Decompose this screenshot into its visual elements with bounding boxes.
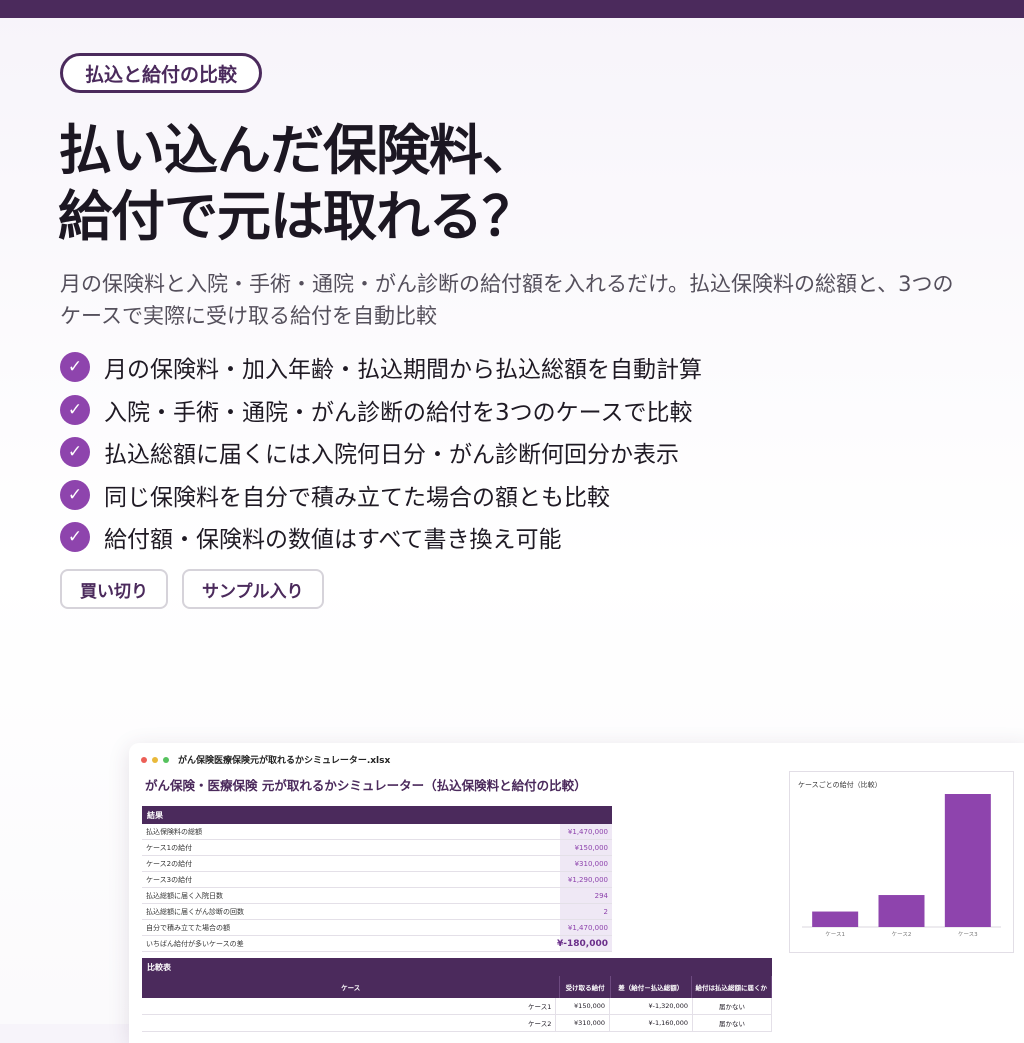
tag-sample-included: サンプル入り <box>182 569 324 609</box>
row-label: 払込保険料の総額 <box>146 827 202 836</box>
table-row: 払込総額に届くがん診断の回数 2 <box>142 904 612 920</box>
column-header: ケース <box>142 976 561 998</box>
cell-reach: 届かない <box>693 1015 772 1031</box>
cell-benefit: ¥150,000 <box>556 998 611 1014</box>
feature-list: ✓ 月の保険料・加入年齢・払込期間から払込総額を自動計算 ✓ 入院・手術・通院・がん… <box>60 346 702 559</box>
column-header: 差（給付－払込総額） <box>611 976 692 998</box>
row-value: ¥1,470,000 <box>560 920 612 935</box>
row-label: ケース2の給付 <box>146 859 193 868</box>
comparison-header: 比較表 <box>142 958 772 976</box>
cell-difference: ¥-1,320,000 <box>610 998 694 1014</box>
check-icon: ✓ <box>60 394 90 425</box>
row-label: 払込総額に届くがん診断の回数 <box>146 907 244 916</box>
table-row: 払込保険料の総額 ¥1,470,000 <box>142 824 612 840</box>
table-row: ケース2の給付 ¥310,000 <box>142 856 612 872</box>
feature-item: ✓ 給付額・保険料の数値はすべて書き換え可能 <box>60 516 702 559</box>
row-label: 払込総額に届く入院日数 <box>146 891 223 900</box>
check-icon: ✓ <box>60 437 90 468</box>
row-label: 自分で積み立てた場合の額 <box>146 923 230 932</box>
x-tick-label: ケース3 <box>958 931 978 938</box>
results-header: 結果 <box>142 806 612 824</box>
feature-item: ✓ 同じ保険料を自分で積み立てた場合の額とも比較 <box>60 474 702 517</box>
feature-text: 払込総額に届くには入院何日分・がん診断何回分か表示 <box>104 442 679 469</box>
table-row: ケース1 ¥150,000 ¥-1,320,000 届かない <box>142 998 772 1015</box>
cell-benefit: ¥310,000 <box>556 1015 611 1031</box>
feature-item: ✓ 入院・手術・通院・がん診断の給付を3つのケースで比較 <box>60 389 702 432</box>
feature-text: 月の保険料・加入年齢・払込期間から払込総額を自動計算 <box>104 357 702 384</box>
maximize-dot-icon <box>163 756 169 763</box>
tag-list: 買い切り サンプル入り <box>60 569 324 609</box>
headline: 払い込んだ保険料、 給付で元は取れる？ <box>58 118 536 250</box>
row-value: ¥1,290,000 <box>560 872 612 887</box>
check-icon: ✓ <box>60 479 90 510</box>
table-row: 自分で積み立てた場合の額 ¥1,470,000 <box>142 920 612 936</box>
chart-bar <box>812 911 859 927</box>
window-titlebar: がん保険医療保険元が取れるかシミュレーター.xlsx <box>141 753 390 766</box>
row-value: ¥-180,000 <box>557 936 612 951</box>
benefit-chart: ケースごとの給付（比較） ケース1 ケース2 ケース3 <box>789 771 1014 953</box>
table-header-row: ケース 受け取る給付 差（給付－払込総額） 給付は払込総額に届くか <box>142 976 772 998</box>
bar-chart-svg: ケース1 ケース2 ケース3 <box>802 794 1001 938</box>
table-row: 払込総額に届く入院日数 294 <box>142 888 612 904</box>
row-value: 2 <box>560 904 612 919</box>
section-badge: 払込と給付の比較 <box>60 53 263 93</box>
minimize-dot-icon <box>152 756 158 763</box>
column-header: 受け取る給付 <box>560 976 612 998</box>
headline-line-1: 払い込んだ保険料、 <box>58 119 536 182</box>
feature-text: 給付額・保険料の数値はすべて書き換え可能 <box>104 527 562 554</box>
tag-one-time-purchase: 買い切り <box>60 569 168 609</box>
file-name: がん保険医療保険元が取れるかシミュレーター.xlsx <box>178 756 391 766</box>
table-row: ケース1の給付 ¥150,000 <box>142 840 612 856</box>
cell-case: ケース2 <box>142 1015 557 1031</box>
chart-bar <box>944 794 991 927</box>
feature-item: ✓ 払込総額に届くには入院何日分・がん診断何回分か表示 <box>60 431 702 474</box>
row-label: ケース1の給付 <box>146 843 193 852</box>
chart-bar <box>878 895 925 927</box>
headline-line-2: 給付で元は取れる？ <box>58 185 536 248</box>
comparison-table: 比較表 ケース 受け取る給付 差（給付－払込総額） 給付は払込総額に届くか ケー… <box>142 958 772 1032</box>
row-label: いちばん給付が多いケースの差 <box>146 939 244 948</box>
cell-case: ケース1 <box>142 998 557 1014</box>
cell-difference: ¥-1,160,000 <box>610 1015 694 1031</box>
feature-text: 入院・手術・通院・がん診断の給付を3つのケースで比較 <box>104 399 693 426</box>
table-row: いちばん給付が多いケースの差 ¥-180,000 <box>142 936 612 952</box>
feature-text: 同じ保険料を自分で積み立てた場合の額とも比較 <box>104 484 610 511</box>
results-table: 結果 払込保険料の総額 ¥1,470,000 ケース1の給付 ¥150,000 ケー… <box>142 806 612 952</box>
row-value: 294 <box>560 888 612 903</box>
cell-reach: 届かない <box>693 998 772 1014</box>
x-tick-label: ケース2 <box>892 931 912 938</box>
table-row: ケース3の給付 ¥1,290,000 <box>142 872 612 888</box>
x-tick-label: ケース1 <box>825 931 845 938</box>
check-icon: ✓ <box>60 352 90 383</box>
row-value: ¥150,000 <box>560 840 612 855</box>
check-icon: ✓ <box>60 522 90 553</box>
column-header: 給付は払込総額に届くか <box>692 976 772 998</box>
row-value: ¥1,470,000 <box>560 824 612 839</box>
row-label: ケース3の給付 <box>146 875 193 884</box>
sheet-title: がん保険・医療保険 元が取れるかシミュレーター（払込保険料と給付の比較） <box>145 778 587 793</box>
feature-item: ✓ 月の保険料・加入年齢・払込期間から払込総額を自動計算 <box>60 346 702 389</box>
spreadsheet-preview: がん保険医療保険元が取れるかシミュレーター.xlsx がん保険・医療保険 元が取… <box>129 743 1024 1043</box>
close-dot-icon <box>141 756 147 763</box>
top-accent-bar <box>0 0 1024 18</box>
lead-text: 月の保険料と入院・手術・通院・がん診断の給付額を入れるだけ。払込保険料の総額と、… <box>60 272 954 328</box>
row-value: ¥310,000 <box>560 856 612 871</box>
